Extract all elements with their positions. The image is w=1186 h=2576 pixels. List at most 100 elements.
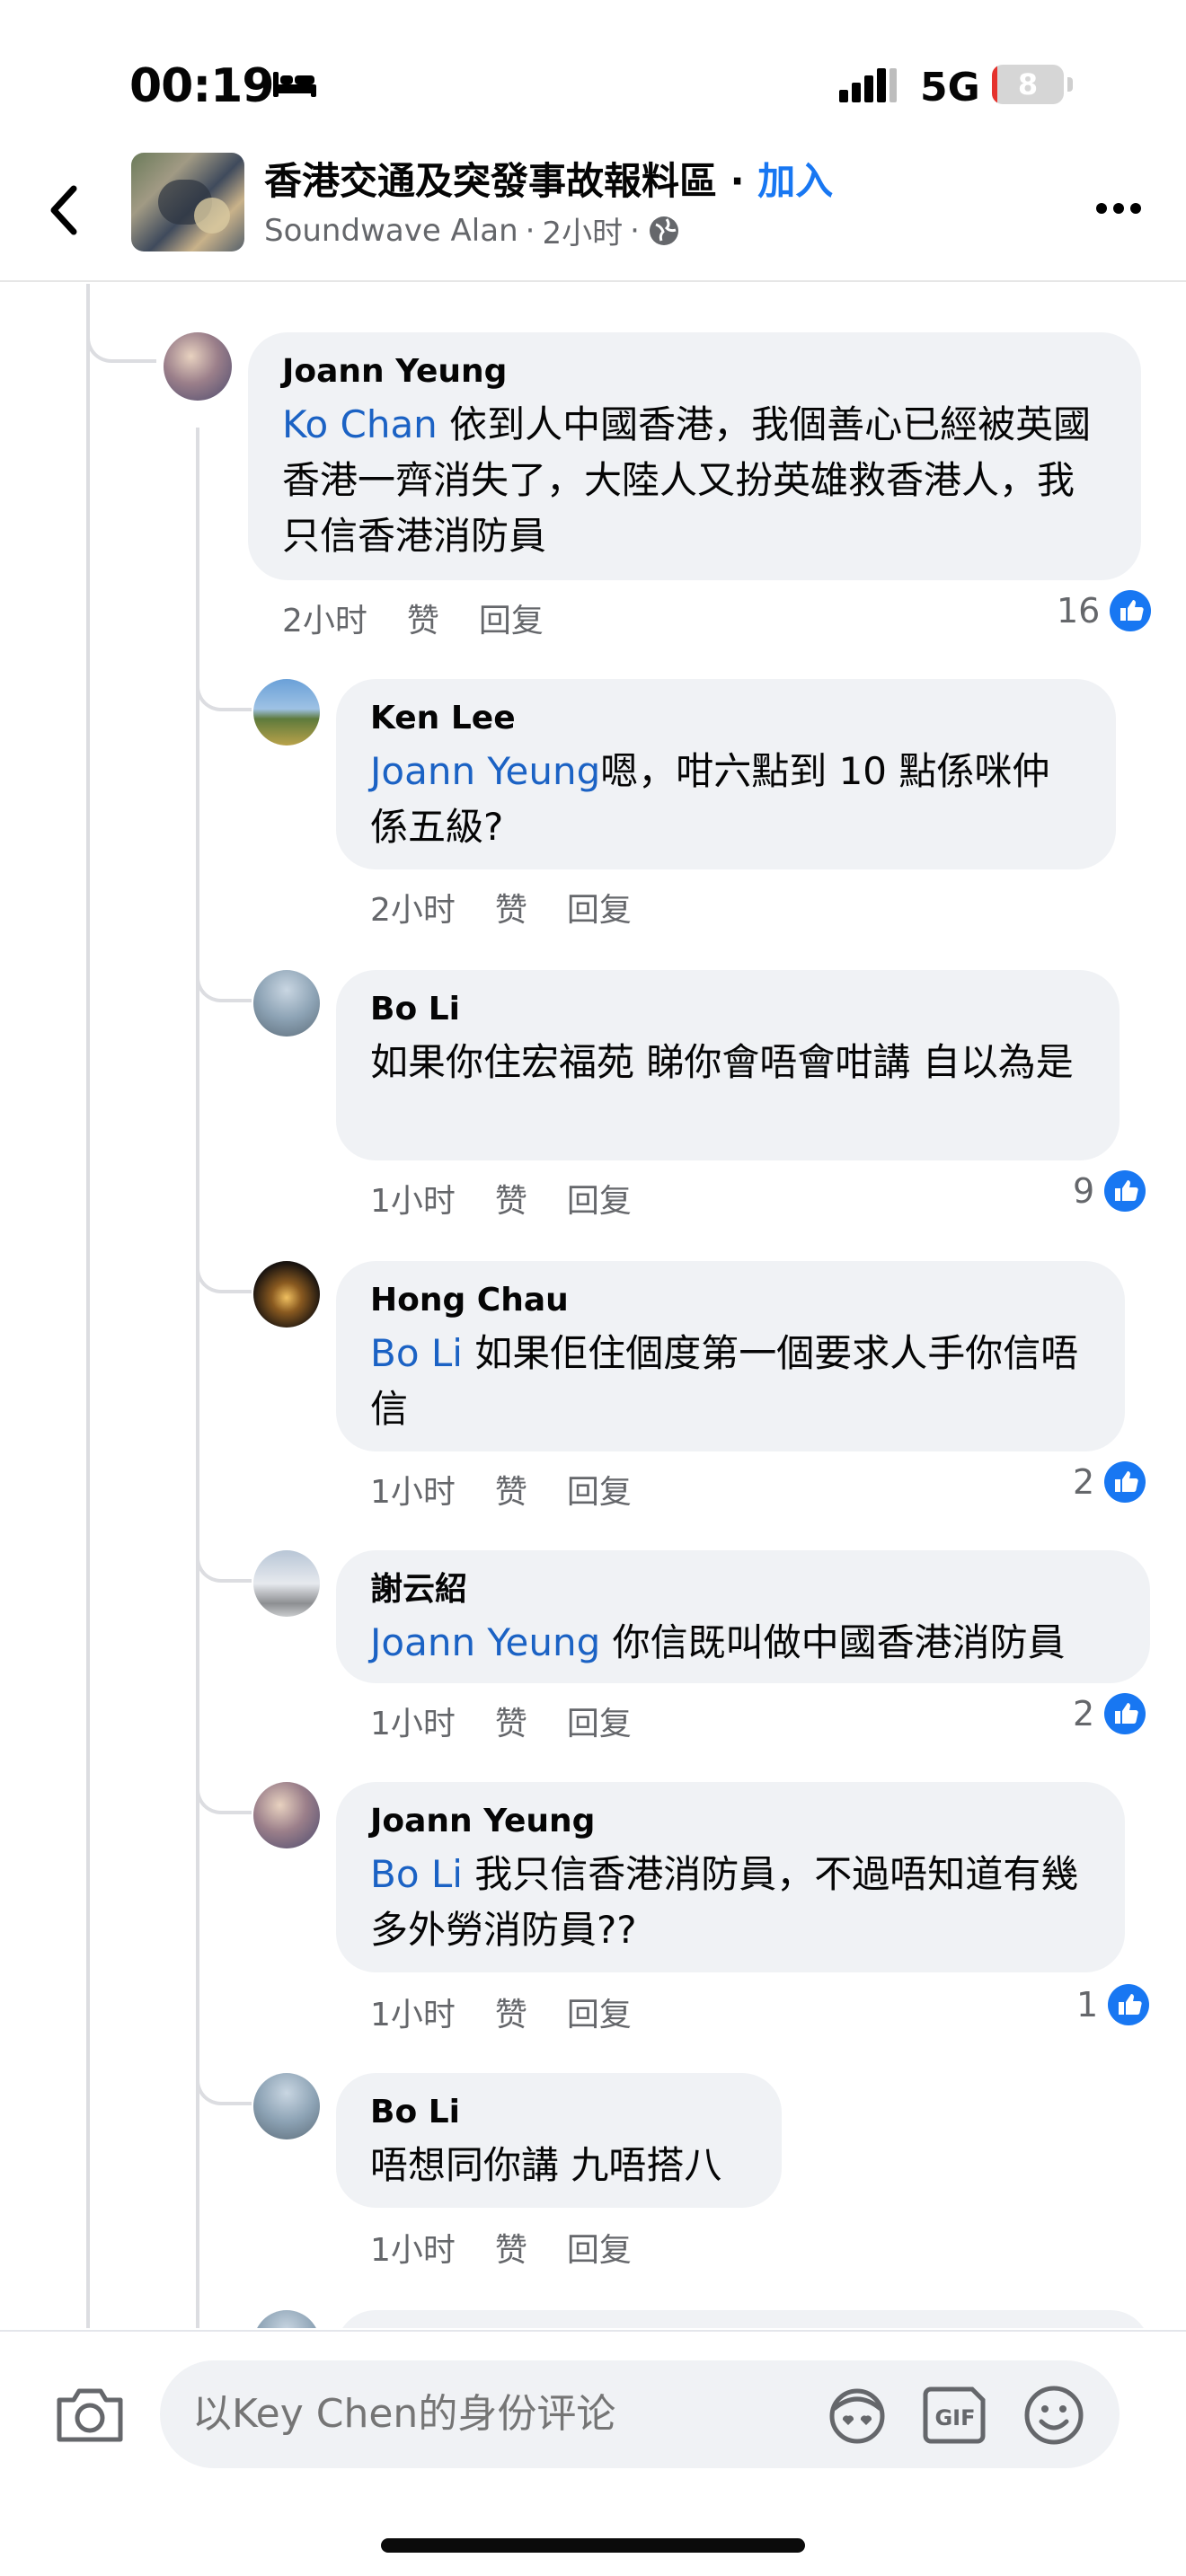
comment-actions: 2小时 赞 回复 xyxy=(370,884,632,931)
comment-text: Ko Chan 依到人中國香港，我個善心已經被英國香港一齊消失了，大陸人又扮英雄… xyxy=(282,397,1105,564)
comment-bubble[interactable] xyxy=(336,2310,1150,2328)
battery-percent: 8 xyxy=(1017,67,1039,101)
comment-time: 1小时 xyxy=(370,1183,456,1220)
like-button[interactable]: 赞 xyxy=(407,595,439,641)
like-icon xyxy=(1108,1984,1150,2025)
comment-author[interactable]: Joann Yeung xyxy=(282,352,1105,392)
like-count[interactable]: 16 xyxy=(1057,589,1152,632)
comment-body: 唔想同你講 九唔搭八 xyxy=(370,2143,722,2187)
comment-text: Joann Yeung嗯，咁六點到 10 點係咪仲係五級? xyxy=(370,744,1080,855)
comment-author[interactable]: Ken Lee xyxy=(370,699,1080,738)
comment-bubble[interactable]: Bo Li 如果你住宏福苑 睇你會唔會咁講 自以為是 xyxy=(336,970,1120,1160)
like-count[interactable]: 2 xyxy=(1073,1692,1146,1735)
avatar[interactable] xyxy=(253,2073,320,2139)
post-header: 香港交通及突發事故報料區 · 加入 Soundwave Alan · 2小时 · xyxy=(0,144,1186,282)
comment-bubble[interactable]: Ken Lee Joann Yeung嗯，咁六點到 10 點係咪仲係五級? xyxy=(336,679,1116,869)
mention-link[interactable]: Joann Yeung xyxy=(370,1620,600,1664)
like-icon xyxy=(1104,1461,1146,1503)
comment-text: 如果你住宏福苑 睇你會唔會咁講 自以為是 xyxy=(370,1035,1084,1090)
thread-connector xyxy=(196,934,252,1002)
comment-author[interactable]: Bo Li xyxy=(370,2093,746,2132)
camera-icon[interactable] xyxy=(54,2382,126,2445)
emoji-icon[interactable] xyxy=(1022,2384,1085,2447)
comment-text: Joann Yeung 你信既叫做中國香港消防員 xyxy=(370,1615,1114,1671)
avatar[interactable] xyxy=(253,2310,320,2328)
avatar-sticker-icon[interactable] xyxy=(821,2386,893,2445)
svg-text:GIF: GIF xyxy=(934,2405,975,2430)
gif-icon[interactable]: GIF xyxy=(922,2384,988,2447)
like-button[interactable]: 赞 xyxy=(495,1698,527,1744)
like-count-number: 1 xyxy=(1076,1985,1099,2025)
comment-actions: 2小时 赞 回复 xyxy=(282,595,544,641)
mention-link[interactable]: Bo Li xyxy=(370,1852,463,1896)
cellular-signal-icon xyxy=(839,68,897,102)
comment-time: 1小时 xyxy=(370,1474,456,1511)
like-button[interactable]: 赞 xyxy=(495,1466,527,1513)
comment-author[interactable]: Bo Li xyxy=(370,990,1084,1029)
comment-time: 1小时 xyxy=(370,1706,456,1742)
comment-bubble[interactable]: Joann Yeung Ko Chan 依到人中國香港，我個善心已經被英國香港一… xyxy=(248,332,1141,580)
avatar[interactable] xyxy=(253,1550,320,1617)
comment-input-container[interactable]: GIF xyxy=(160,2360,1120,2468)
more-options-icon[interactable] xyxy=(1094,201,1143,216)
status-bar: 00:19 5G 8 xyxy=(0,0,1186,144)
thread-line-outer xyxy=(86,284,90,2328)
battery-cap xyxy=(1067,77,1073,92)
post-time: 2小时 xyxy=(542,216,624,251)
reply-button[interactable]: 回复 xyxy=(567,1466,632,1513)
like-button[interactable]: 赞 xyxy=(495,2224,527,2271)
reply-button[interactable]: 回复 xyxy=(479,595,544,641)
join-button[interactable]: 加入 xyxy=(757,159,833,203)
avatar[interactable] xyxy=(164,332,232,401)
reply-button[interactable]: 回复 xyxy=(567,884,632,931)
comment-bubble[interactable]: 謝云紹 Joann Yeung 你信既叫做中國香港消防員 xyxy=(336,1550,1150,1683)
comment-composer: GIF xyxy=(0,2330,1186,2576)
sleep-focus-icon xyxy=(273,72,316,97)
header-separator: · xyxy=(717,159,758,203)
reply-button[interactable]: 回复 xyxy=(567,1989,632,2035)
like-icon xyxy=(1110,590,1152,631)
comment-bubble[interactable]: Hong Chau Bo Li 如果佢住個度第一個要求人手你信唔信 xyxy=(336,1261,1125,1451)
avatar[interactable] xyxy=(253,970,320,1037)
mention-link[interactable]: Joann Yeung xyxy=(370,749,600,793)
comment-author[interactable]: Hong Chau xyxy=(370,1281,1089,1320)
group-name[interactable]: 香港交通及突發事故報料區 · 加入 xyxy=(264,151,833,206)
post-author[interactable]: Soundwave Alan xyxy=(264,213,518,249)
comment-thread: Joann Yeung Ko Chan 依到人中國香港，我個善心已經被英國香港一… xyxy=(0,284,1186,2328)
group-name-text[interactable]: 香港交通及突發事故報料區 xyxy=(264,159,717,203)
comment-input[interactable] xyxy=(192,2360,785,2468)
comment-body: 如果佢住個度第一個要求人手你信唔信 xyxy=(370,1331,1079,1431)
group-avatar[interactable] xyxy=(131,153,244,251)
thread-connector xyxy=(86,284,156,363)
like-button[interactable]: 赞 xyxy=(495,1989,527,2035)
comment-time: 2小时 xyxy=(370,892,456,929)
meta-dot: · xyxy=(525,212,535,249)
comment-bubble[interactable]: Joann Yeung Bo Li 我只信香港消防員，不過唔知道有幾多外勞消防員… xyxy=(336,1782,1125,1972)
like-count[interactable]: 1 xyxy=(1076,1983,1150,2026)
thread-connector xyxy=(196,2037,252,2105)
comment-body: 我只信香港消防員，不過唔知道有幾多外勞消防員?? xyxy=(370,1852,1079,1952)
back-icon[interactable] xyxy=(47,183,83,237)
comment-actions: 1小时 赞 回复 xyxy=(370,1989,632,2035)
like-count[interactable]: 9 xyxy=(1073,1169,1146,1213)
reply-button[interactable]: 回复 xyxy=(567,1698,632,1744)
comment-author[interactable]: 謝云紹 xyxy=(370,1570,1114,1610)
like-count[interactable]: 2 xyxy=(1073,1460,1146,1504)
like-button[interactable]: 赞 xyxy=(495,1175,527,1222)
avatar[interactable] xyxy=(253,1261,320,1328)
reply-button[interactable]: 回复 xyxy=(567,1175,632,1222)
mention-link[interactable]: Ko Chan xyxy=(282,402,438,446)
mention-link[interactable]: Bo Li xyxy=(370,1331,463,1375)
like-count-number: 2 xyxy=(1073,1462,1095,1502)
reply-button[interactable]: 回复 xyxy=(567,2224,632,2271)
like-button[interactable]: 赞 xyxy=(495,884,527,931)
avatar[interactable] xyxy=(253,1782,320,1848)
comment-bubble[interactable]: Bo Li 唔想同你講 九唔搭八 xyxy=(336,2073,782,2208)
meta-dot: · xyxy=(630,212,640,249)
avatar[interactable] xyxy=(253,679,320,745)
comment-text: 唔想同你講 九唔搭八 xyxy=(370,2138,746,2193)
comment-author[interactable]: Joann Yeung xyxy=(370,1802,1089,1841)
globe-icon xyxy=(649,216,678,245)
home-indicator[interactable] xyxy=(381,2538,805,2553)
like-icon xyxy=(1104,1693,1146,1734)
